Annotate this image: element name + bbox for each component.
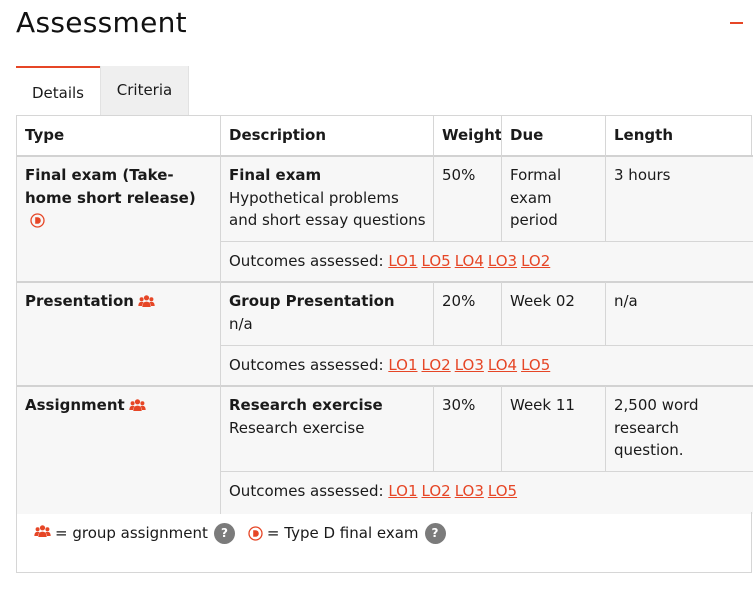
due-value: Formal exam period bbox=[510, 166, 562, 229]
page-title: Assessment bbox=[16, 6, 187, 39]
description-text: Hypothetical problems and short essay qu… bbox=[229, 188, 426, 230]
tab-details[interactable]: Details bbox=[16, 66, 100, 116]
outcome-link[interactable]: LO4 bbox=[488, 356, 517, 374]
outcomes-label: Outcomes assessed: bbox=[229, 356, 384, 374]
row-type: Presentation bbox=[25, 292, 134, 310]
group-icon bbox=[128, 396, 146, 419]
outcome-link[interactable]: LO2 bbox=[521, 252, 550, 270]
header-type: Type bbox=[25, 126, 65, 144]
length-value: 2,500 word research question. bbox=[614, 396, 699, 459]
outcome-link[interactable]: LO5 bbox=[521, 356, 550, 374]
header-due: Due bbox=[510, 126, 544, 144]
weight-value: 20% bbox=[442, 292, 476, 310]
outcome-link[interactable]: LO1 bbox=[388, 356, 417, 374]
outcome-link[interactable]: LO3 bbox=[488, 252, 517, 270]
outcomes-row: Outcomes assessed: LO1 LO2 LO3 LO4 LO5 bbox=[221, 354, 753, 385]
legend-group-text: = group assignment bbox=[55, 524, 208, 542]
tab-criteria[interactable]: Criteria bbox=[100, 66, 189, 116]
outcomes-label: Outcomes assessed: bbox=[229, 482, 384, 500]
tab-bar: Details Criteria bbox=[16, 66, 189, 116]
outcome-link[interactable]: LO3 bbox=[455, 356, 484, 374]
table-row: Final exam (Take-home short release) bbox=[17, 164, 221, 243]
row-type: Assignment bbox=[25, 396, 125, 414]
outcome-link[interactable]: LO2 bbox=[422, 482, 451, 500]
outcome-link[interactable]: LO5 bbox=[422, 252, 451, 270]
table-row: Presentation bbox=[17, 290, 221, 323]
outcome-link[interactable]: LO3 bbox=[455, 482, 484, 500]
weight-value: 30% bbox=[442, 396, 476, 414]
outcomes-label: Outcomes assessed: bbox=[229, 252, 384, 270]
type-d-icon bbox=[248, 524, 263, 542]
length-value: 3 hours bbox=[614, 166, 671, 184]
header-weight: Weight bbox=[442, 126, 502, 144]
collapse-button[interactable] bbox=[728, 12, 744, 34]
assessment-table: Type Description Weight Due Length Final… bbox=[16, 115, 753, 514]
outcome-link[interactable]: LO1 bbox=[388, 252, 417, 270]
outcome-link[interactable]: LO1 bbox=[388, 482, 417, 500]
header-description: Description bbox=[229, 126, 327, 144]
outcomes-row: Outcomes assessed: LO1 LO2 LO3 LO5 bbox=[221, 480, 753, 511]
type-d-icon bbox=[30, 212, 45, 235]
help-icon[interactable]: ? bbox=[213, 522, 235, 544]
description-text: Research exercise bbox=[229, 418, 365, 437]
length-value: n/a bbox=[614, 292, 638, 310]
help-icon[interactable]: ? bbox=[424, 522, 446, 544]
legend-type-d-text: = Type D final exam bbox=[266, 524, 419, 542]
row-type: Final exam (Take-home short release) bbox=[25, 166, 196, 207]
description-title: Research exercise bbox=[229, 396, 383, 414]
description-title: Group Presentation bbox=[229, 292, 395, 310]
table-row: Assignment bbox=[17, 394, 221, 427]
minus-icon bbox=[729, 22, 743, 24]
outcome-link[interactable]: LO2 bbox=[422, 356, 451, 374]
legend: = group assignment ? = Type D final exam… bbox=[16, 512, 752, 573]
description-text: n/a bbox=[229, 314, 253, 333]
header-length: Length bbox=[614, 126, 673, 144]
due-value: Week 11 bbox=[510, 396, 575, 414]
weight-value: 50% bbox=[442, 166, 476, 184]
due-value: Week 02 bbox=[510, 292, 575, 310]
description-title: Final exam bbox=[229, 166, 322, 184]
outcomes-row: Outcomes assessed: LO1 LO5 LO4 LO3 LO2 bbox=[221, 250, 753, 281]
group-icon bbox=[34, 524, 51, 542]
group-icon bbox=[138, 292, 155, 315]
outcome-link[interactable]: LO5 bbox=[488, 482, 517, 500]
outcome-link[interactable]: LO4 bbox=[455, 252, 484, 270]
